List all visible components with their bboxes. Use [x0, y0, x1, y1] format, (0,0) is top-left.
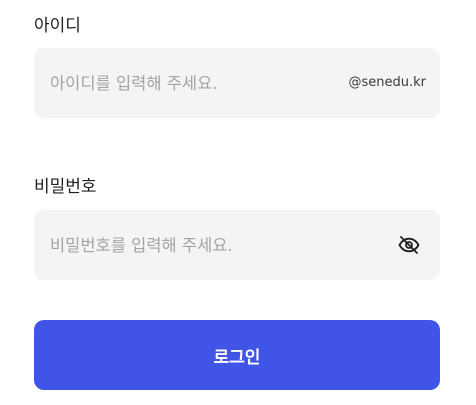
- password-input[interactable]: [50, 210, 380, 280]
- login-button[interactable]: 로그인: [34, 320, 440, 390]
- email-domain-suffix: @senedu.kr: [348, 75, 426, 90]
- login-form: 아이디 @senedu.kr 비밀번호 로그인: [0, 0, 476, 405]
- password-input-box[interactable]: [34, 210, 440, 280]
- id-input[interactable]: [50, 48, 330, 118]
- password-label: 비밀번호: [34, 177, 97, 197]
- id-input-box[interactable]: @senedu.kr: [34, 48, 440, 118]
- id-label: 아이디: [34, 16, 81, 36]
- eye-off-icon[interactable]: [396, 232, 422, 258]
